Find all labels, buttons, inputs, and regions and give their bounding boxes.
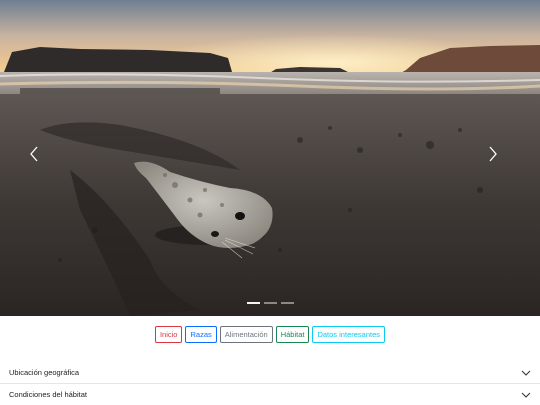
- chevron-left-icon: [30, 146, 38, 162]
- datos-interesantes-button[interactable]: Datos interesantes: [312, 326, 386, 343]
- image-carousel[interactable]: [0, 0, 540, 316]
- accordion-item-ubicacion[interactable]: Ubicación geográfica: [0, 362, 540, 384]
- accordion-item-label: Condiciones del hábitat: [9, 390, 87, 399]
- carousel-next-button[interactable]: [488, 146, 510, 170]
- alimentacion-button[interactable]: Alimentación: [219, 326, 273, 343]
- section-nav: Inicio Razas Alimentación Hábitat Datos …: [0, 326, 540, 343]
- chevron-down-icon: [521, 390, 531, 400]
- accordion-item-condiciones[interactable]: Condiciones del hábitat: [0, 384, 540, 405]
- carousel-indicator-3[interactable]: [280, 302, 294, 304]
- accordion-item-label: Ubicación geográfica: [9, 368, 80, 377]
- chevron-down-icon: [521, 368, 531, 378]
- inicio-button[interactable]: Inicio: [154, 326, 183, 343]
- razas-button[interactable]: Razas: [185, 326, 217, 343]
- habitat-accordion: Ubicación geográfica Condiciones del háb…: [0, 362, 540, 405]
- carousel-prev-button[interactable]: [29, 146, 51, 170]
- carousel-indicator-2[interactable]: [263, 302, 277, 304]
- chevron-right-icon: [489, 146, 497, 162]
- carousel-indicator-1[interactable]: [246, 302, 260, 304]
- carousel-indicators: [0, 302, 540, 304]
- habitat-button[interactable]: Hábitat: [275, 326, 310, 343]
- seal-on-beach-image: [0, 0, 540, 316]
